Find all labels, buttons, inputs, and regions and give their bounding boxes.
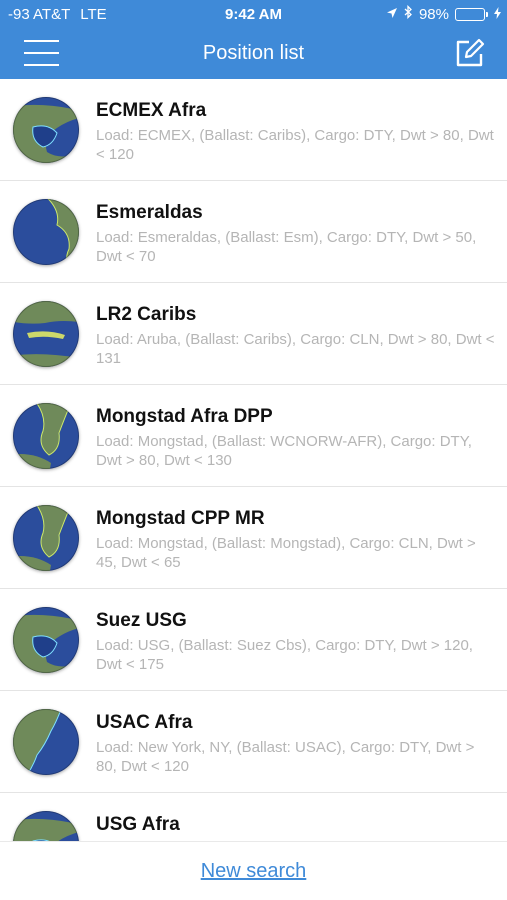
new-search-link[interactable]: New search — [201, 860, 307, 883]
navigation-bar: Position list — [0, 28, 507, 79]
position-list-item[interactable]: Mongstad CPP MR Load: Mongstad, (Ballast:… — [0, 487, 507, 589]
item-title: LR2 Caribs — [96, 304, 197, 325]
bluetooth-icon — [404, 4, 413, 23]
globe-map-icon — [13, 301, 79, 367]
location-arrow-icon — [386, 6, 398, 23]
item-text: USG Afra — [96, 793, 507, 840]
network-label: LTE — [80, 5, 107, 23]
item-text: LR2 Caribs Load: Aruba, (Ballast: Caribs)… — [96, 283, 507, 368]
bottom-bar: New search — [0, 841, 507, 900]
item-title: Suez USG — [96, 610, 187, 631]
item-title: USG Afra — [96, 814, 180, 835]
compose-icon[interactable] — [453, 37, 485, 69]
item-title: ECMEX Afra — [96, 100, 207, 121]
item-subtitle: Load: USG, (Ballast: Suez Cbs), Cargo: D… — [96, 637, 473, 673]
item-subtitle: Load: New York, NY, (Ballast: USAC), Car… — [96, 739, 475, 775]
item-subtitle: Load: Mongstad, (Ballast: WCNORW-AFR), C… — [96, 433, 472, 469]
position-list-item[interactable]: Mongstad Afra DPP Load: Mongstad, (Ballas… — [0, 385, 507, 487]
item-subtitle: Load: ECMEX, (Ballast: Caribs), Cargo: D… — [96, 127, 494, 163]
page-title: Position list — [202, 42, 305, 64]
item-text: Suez USG Load: USG, (Ballast: Suez Cbs), … — [96, 589, 507, 674]
globe-map-icon — [13, 505, 79, 571]
item-text: ECMEX Afra Load: ECMEX, (Ballast: Caribs)… — [96, 79, 507, 164]
item-text: Esmeraldas Load: Esmeraldas, (Ballast: Es… — [96, 181, 507, 266]
position-list-item[interactable]: USAC Afra Load: New York, NY, (Ballast: U… — [0, 691, 507, 793]
carrier-label: -93 AT&T — [8, 5, 71, 23]
status-bar: -93 AT&T LTE 9:42 AM 98% — [0, 0, 507, 28]
item-title: Esmeraldas — [96, 202, 203, 223]
position-list-item[interactable]: USG Afra — [0, 793, 507, 841]
position-list-item[interactable]: LR2 Caribs Load: Aruba, (Ballast: Caribs)… — [0, 283, 507, 385]
globe-map-icon — [13, 811, 79, 841]
globe-map-icon — [13, 97, 79, 163]
item-subtitle: Load: Aruba, (Ballast: Caribs), Cargo: C… — [96, 331, 495, 367]
item-text: Mongstad Afra DPP Load: Mongstad, (Ballas… — [96, 385, 507, 470]
item-subtitle: Load: Esmeraldas, (Ballast: Esm), Cargo:… — [96, 229, 477, 265]
item-title: Mongstad Afra DPP — [96, 406, 273, 427]
item-text: USAC Afra Load: New York, NY, (Ballast: U… — [96, 691, 507, 776]
battery-icon — [455, 7, 488, 21]
globe-map-icon — [13, 199, 79, 265]
position-list: ECMEX Afra Load: ECMEX, (Ballast: Caribs)… — [0, 79, 507, 841]
position-list-item[interactable]: Esmeraldas Load: Esmeraldas, (Ballast: Es… — [0, 181, 507, 283]
position-list-item[interactable]: Suez USG Load: USG, (Ballast: Suez Cbs), … — [0, 589, 507, 691]
globe-map-icon — [13, 607, 79, 673]
charging-bolt-icon — [494, 6, 501, 23]
globe-map-icon — [13, 709, 79, 775]
item-text: Mongstad CPP MR Load: Mongstad, (Ballast:… — [96, 487, 507, 572]
position-list-item[interactable]: ECMEX Afra Load: ECMEX, (Ballast: Caribs)… — [0, 79, 507, 181]
item-subtitle: Load: Mongstad, (Ballast: Mongstad), Car… — [96, 535, 476, 571]
globe-map-icon — [13, 403, 79, 469]
battery-percent: 98% — [418, 5, 449, 23]
item-title: USAC Afra — [96, 712, 193, 733]
hamburger-menu-icon[interactable] — [24, 40, 59, 66]
item-title: Mongstad CPP MR — [96, 508, 265, 529]
